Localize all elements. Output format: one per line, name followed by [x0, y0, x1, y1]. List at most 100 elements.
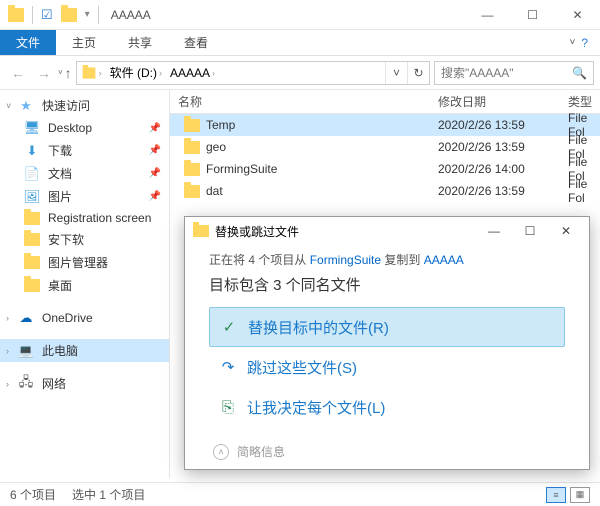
- pictures-icon: 🖼: [24, 189, 40, 205]
- chevron-down-icon[interactable]: ˅: [6, 101, 11, 111]
- file-type: File Fol: [560, 177, 600, 205]
- back-button[interactable]: ←: [6, 61, 30, 85]
- pin-icon: 📌: [149, 123, 161, 134]
- replace-dialog: 替换或跳过文件 — ☐ ✕ 正在将 4 个项目从 FormingSuite 复制…: [184, 216, 590, 470]
- maximize-button[interactable]: ☐: [510, 0, 555, 30]
- chevron-right-icon[interactable]: ›: [6, 313, 9, 323]
- file-name: Temp: [206, 118, 235, 132]
- app-icon[interactable]: [8, 8, 24, 22]
- folder-icon: [24, 212, 40, 225]
- folder-icon: [193, 225, 209, 237]
- file-row[interactable]: FormingSuite2020/2/26 14:00File Fol: [170, 158, 600, 180]
- file-row[interactable]: dat2020/2/26 13:59File Fol: [170, 180, 600, 202]
- sidebar-item-downloads[interactable]: ⬇下载📌: [0, 139, 169, 162]
- sidebar-item-desktop2[interactable]: 桌面: [0, 274, 169, 297]
- file-row[interactable]: geo2020/2/26 13:59File Fol: [170, 136, 600, 158]
- forward-button[interactable]: →: [32, 61, 56, 85]
- pin-icon: 📌: [149, 168, 161, 179]
- sidebar-item-documents[interactable]: 📄文档📌: [0, 162, 169, 185]
- breadcrumb-drive[interactable]: 软件 (D:): [110, 64, 157, 81]
- pc-icon: 💻: [18, 343, 34, 359]
- file-date: 2020/2/26 13:59: [430, 184, 560, 198]
- folder-icon: [24, 233, 40, 246]
- more-details-toggle[interactable]: ˄ 简略信息: [209, 443, 565, 460]
- network-icon: 🖧: [18, 376, 34, 392]
- chevron-right-icon[interactable]: ›: [6, 379, 9, 389]
- skip-icon: ↷: [219, 358, 237, 376]
- dialog-maximize-button[interactable]: ☐: [515, 219, 545, 243]
- option-replace[interactable]: ✓ 替换目标中的文件(R): [209, 307, 565, 347]
- sidebar-item-picmgr[interactable]: 图片管理器: [0, 251, 169, 274]
- sidebar-this-pc[interactable]: ›💻此电脑: [0, 339, 169, 362]
- file-name: FormingSuite: [206, 162, 277, 176]
- history-dropdown[interactable]: ˅: [58, 68, 63, 77]
- option-skip[interactable]: ↷ 跳过这些文件(S): [209, 347, 565, 387]
- folder-icon: [82, 67, 95, 78]
- refresh-button[interactable]: ↻: [407, 62, 429, 84]
- sidebar-onedrive[interactable]: ›☁OneDrive: [0, 307, 169, 329]
- column-date[interactable]: 修改日期: [430, 93, 560, 110]
- sidebar-item-regscreen[interactable]: Registration screen: [0, 208, 169, 228]
- option-decide[interactable]: ⎘ 让我决定每个文件(L): [209, 387, 565, 427]
- folder-icon: [184, 163, 200, 176]
- sidebar-item-desktop[interactable]: 🖥Desktop📌: [0, 117, 169, 139]
- dialog-conflict-line: 目标包含 3 个同名文件: [209, 274, 565, 295]
- onedrive-icon: ☁: [18, 310, 34, 326]
- breadcrumb-folder[interactable]: AAAAA: [170, 66, 210, 80]
- close-button[interactable]: ✕: [555, 0, 600, 30]
- quick-access-toolbar: ☑ ▾ AAAAA: [0, 6, 159, 24]
- address-dropdown[interactable]: ˅: [385, 62, 407, 84]
- tab-home[interactable]: 主页: [56, 30, 112, 55]
- dialog-minimize-button[interactable]: —: [479, 219, 509, 243]
- search-box[interactable]: 搜索"AAAAA" 🔍: [434, 61, 594, 85]
- file-date: 2020/2/26 13:59: [430, 118, 560, 132]
- sidebar-network[interactable]: ›🖧网络: [0, 372, 169, 395]
- folder-icon: [184, 185, 200, 198]
- pin-icon: 📌: [149, 191, 161, 202]
- ribbon-tabs: 文件 主页 共享 查看 ˅ ?: [0, 30, 600, 56]
- column-headers: 名称 修改日期 类型: [170, 90, 600, 114]
- sidebar-item-pictures[interactable]: 🖼图片📌: [0, 185, 169, 208]
- address-bar[interactable]: › 软件 (D:)› AAAAA› ˅ ↻: [76, 61, 430, 85]
- navigation-pane: ˅ ★ 快速访问 🖥Desktop📌 ⬇下载📌 📄文档📌 🖼图片📌 Regist…: [0, 90, 170, 478]
- folder-icon: [24, 256, 40, 269]
- document-icon: 📄: [24, 166, 40, 182]
- folder-icon: [24, 279, 40, 292]
- tab-file[interactable]: 文件: [0, 30, 56, 55]
- star-icon: ★: [18, 98, 34, 114]
- check-icon[interactable]: ☑: [41, 7, 53, 23]
- search-icon[interactable]: 🔍: [572, 66, 587, 80]
- tab-view[interactable]: 查看: [168, 30, 224, 55]
- details-view-icon[interactable]: ≡: [546, 487, 566, 503]
- help-icon[interactable]: ?: [581, 36, 588, 50]
- sidebar-quick-access[interactable]: ˅ ★ 快速访问: [0, 94, 169, 117]
- compare-icon: ⎘: [219, 398, 237, 416]
- qat-overflow[interactable]: ▾: [85, 9, 90, 20]
- separator: [32, 6, 33, 24]
- file-date: 2020/2/26 13:59: [430, 140, 560, 154]
- column-name[interactable]: 名称: [170, 93, 430, 110]
- pin-icon: 📌: [149, 145, 161, 156]
- separator: [98, 6, 99, 24]
- check-icon: ✓: [220, 318, 238, 336]
- open-folder-icon[interactable]: [61, 8, 77, 22]
- chevron-right-icon[interactable]: ›: [6, 346, 9, 356]
- dest-link[interactable]: AAAAA: [424, 253, 464, 267]
- sidebar-item-anxia[interactable]: 安下软: [0, 228, 169, 251]
- expand-ribbon-icon[interactable]: ˅: [569, 37, 575, 48]
- item-count: 6 个项目: [10, 486, 56, 503]
- tab-share[interactable]: 共享: [112, 30, 168, 55]
- minimize-button[interactable]: —: [465, 0, 510, 30]
- titlebar: ☑ ▾ AAAAA — ☐ ✕: [0, 0, 600, 30]
- thumbnails-view-icon[interactable]: ▦: [570, 487, 590, 503]
- dialog-close-button[interactable]: ✕: [551, 219, 581, 243]
- search-placeholder: 搜索"AAAAA": [441, 64, 514, 81]
- navigation-bar: ← → ˅ ↑ › 软件 (D:)› AAAAA› ˅ ↻ 搜索"AAAAA" …: [0, 56, 600, 90]
- up-button[interactable]: ↑: [65, 65, 72, 81]
- download-icon: ⬇: [24, 143, 40, 159]
- source-link[interactable]: FormingSuite: [310, 253, 381, 267]
- file-row[interactable]: Temp2020/2/26 13:59File Fol: [170, 114, 600, 136]
- folder-icon: [184, 119, 200, 132]
- column-type[interactable]: 类型: [560, 93, 600, 110]
- desktop-icon: 🖥: [24, 120, 40, 136]
